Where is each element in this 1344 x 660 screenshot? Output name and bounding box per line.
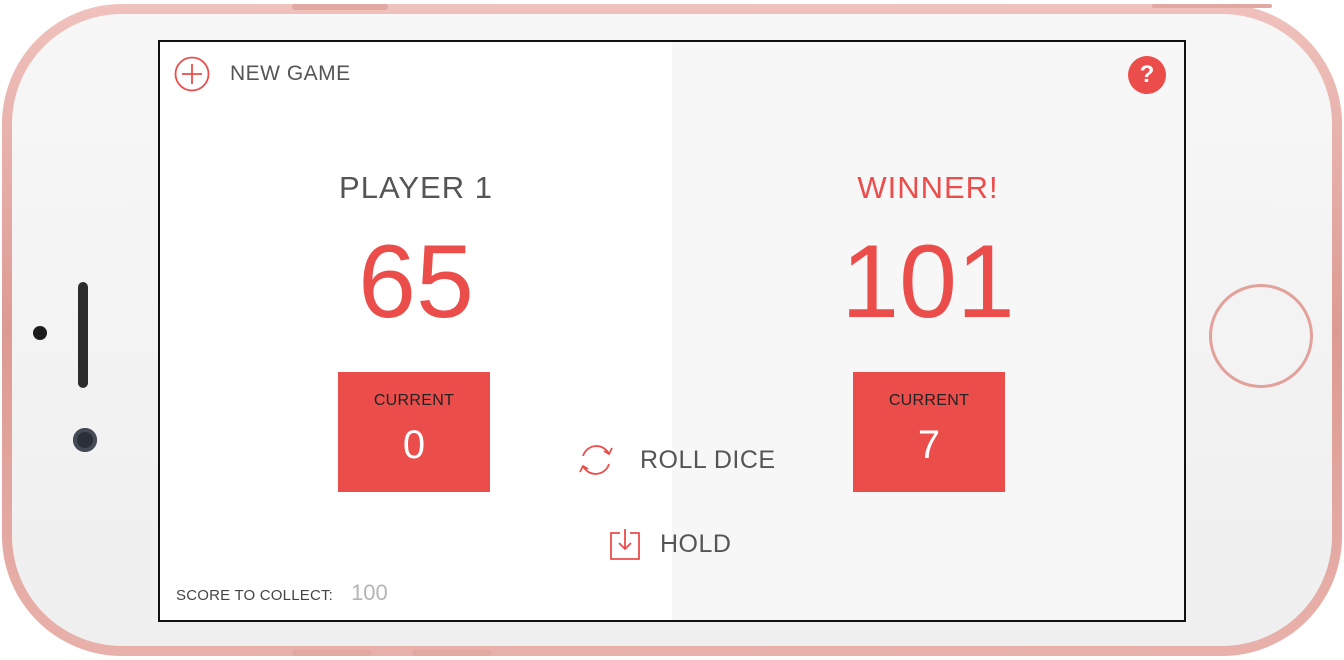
phone-volume-button (412, 650, 492, 656)
score-to-collect-value: 100 (351, 580, 388, 605)
download-box-icon (610, 528, 640, 560)
phone-power-button (1152, 4, 1272, 8)
help-button[interactable]: ? (1128, 56, 1166, 94)
roll-dice-label: ROLL DICE (640, 445, 776, 474)
phone-side-button (292, 4, 388, 10)
plus-circle-icon (174, 56, 210, 92)
player-1-current-box: CURRENT 0 (338, 372, 490, 492)
score-to-collect-label: SCORE TO COLLECT: (176, 587, 334, 604)
player-1-current-label: CURRENT (373, 392, 455, 409)
player-2-current-box: CURRENT 7 (853, 372, 1005, 492)
phone-camera (73, 428, 97, 452)
player-2-name: WINNER! (857, 170, 999, 205)
score-to-collect: SCORE TO COLLECT: 100 (176, 580, 388, 606)
player-1-score: 65 (358, 224, 474, 340)
new-game-button[interactable]: NEW GAME (174, 56, 351, 92)
refresh-icon (574, 440, 618, 480)
hold-button[interactable]: HOLD (610, 528, 731, 560)
player-2-current-value: 7 (917, 423, 941, 467)
phone-volume-button (292, 650, 372, 656)
phone-speaker (78, 282, 88, 388)
player-2-current-label: CURRENT (888, 392, 970, 409)
hold-label: HOLD (660, 529, 732, 558)
player-1-current-value: 0 (402, 423, 426, 467)
phone-home-button[interactable] (1209, 284, 1313, 388)
player-2-score: 101 (841, 224, 1015, 340)
player-1-panel: PLAYER 1 65 CURRENT 0 (160, 42, 672, 620)
roll-dice-button[interactable]: ROLL DICE (574, 440, 776, 480)
phone-sensor (33, 326, 47, 340)
player-2-panel: WINNER! 101 CURRENT 7 (672, 42, 1184, 620)
player-1-name: PLAYER 1 (339, 170, 493, 205)
new-game-label: NEW GAME (230, 62, 351, 85)
game-screen: PLAYER 1 65 CURRENT 0 WINNER! 101 CURREN… (158, 40, 1186, 622)
